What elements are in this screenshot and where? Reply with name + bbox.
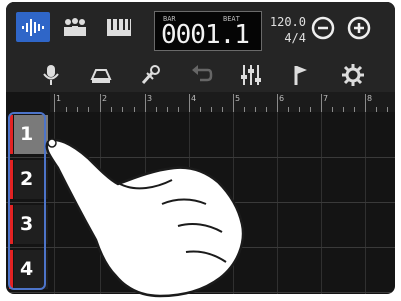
- effects-button[interactable]: [138, 62, 164, 88]
- record-input-button[interactable]: [38, 62, 64, 88]
- drums-view-button[interactable]: [58, 12, 92, 42]
- mixer-icon: [90, 69, 112, 83]
- ruler-tick: [321, 94, 322, 112]
- pointing-hand-illustration: [45, 138, 245, 298]
- position-counter[interactable]: BAR BEAT 0001.1: [154, 11, 262, 51]
- zoom-out-button[interactable]: [310, 15, 336, 41]
- zoom-in-icon: [347, 16, 371, 40]
- tempo-display[interactable]: 120.0 4/4: [266, 11, 310, 49]
- marker-button[interactable]: [288, 62, 314, 88]
- ruler-tick: [189, 94, 190, 112]
- ruler-tick: [365, 94, 366, 112]
- keyboard-icon: [107, 19, 131, 36]
- tempo-value: 120.0: [269, 15, 306, 29]
- ruler-tick: [277, 94, 278, 112]
- ruler-mark: 6: [279, 94, 285, 103]
- time-signature: 4/4: [284, 31, 306, 45]
- zoom-out-icon: [311, 16, 335, 40]
- undo-button[interactable]: [188, 62, 214, 88]
- eq-icon: [241, 65, 261, 85]
- eq-button[interactable]: [238, 62, 264, 88]
- mixer-button[interactable]: [88, 62, 114, 88]
- ruler-mark: 7: [323, 94, 329, 103]
- mic-icon: [43, 65, 59, 85]
- marker-icon: [294, 66, 307, 85]
- track-selection-outline: [8, 112, 46, 290]
- zoom-in-button[interactable]: [346, 15, 372, 41]
- undo-icon: [192, 65, 213, 82]
- ruler-tick: [54, 94, 55, 112]
- effects-icon: [141, 65, 160, 85]
- timeline-ruler[interactable]: 1 2 3 4 5 6 7 8: [50, 92, 395, 112]
- ruler-mark: 2: [102, 94, 108, 103]
- ruler-tick: [145, 94, 146, 112]
- tool-bar: [6, 56, 395, 92]
- keyboard-view-button[interactable]: [102, 12, 136, 42]
- ruler-tick: [233, 94, 234, 112]
- ruler-mark: 4: [191, 94, 197, 103]
- drums-icon: [64, 18, 86, 36]
- settings-button[interactable]: [340, 62, 366, 88]
- ruler-mark: 8: [367, 94, 373, 103]
- settings-icon: [342, 64, 364, 86]
- ruler-tick: [100, 94, 101, 112]
- ruler-mark: 3: [147, 94, 153, 103]
- counter-value: 0001.1: [161, 20, 250, 50]
- ruler-mark: 1: [56, 94, 62, 103]
- waveform-view-button[interactable]: [16, 12, 50, 42]
- waveform-icon: [22, 19, 44, 36]
- ruler-mark: 5: [235, 94, 241, 103]
- top-bar: BAR BEAT 0001.1 120.0 4/4: [6, 2, 395, 56]
